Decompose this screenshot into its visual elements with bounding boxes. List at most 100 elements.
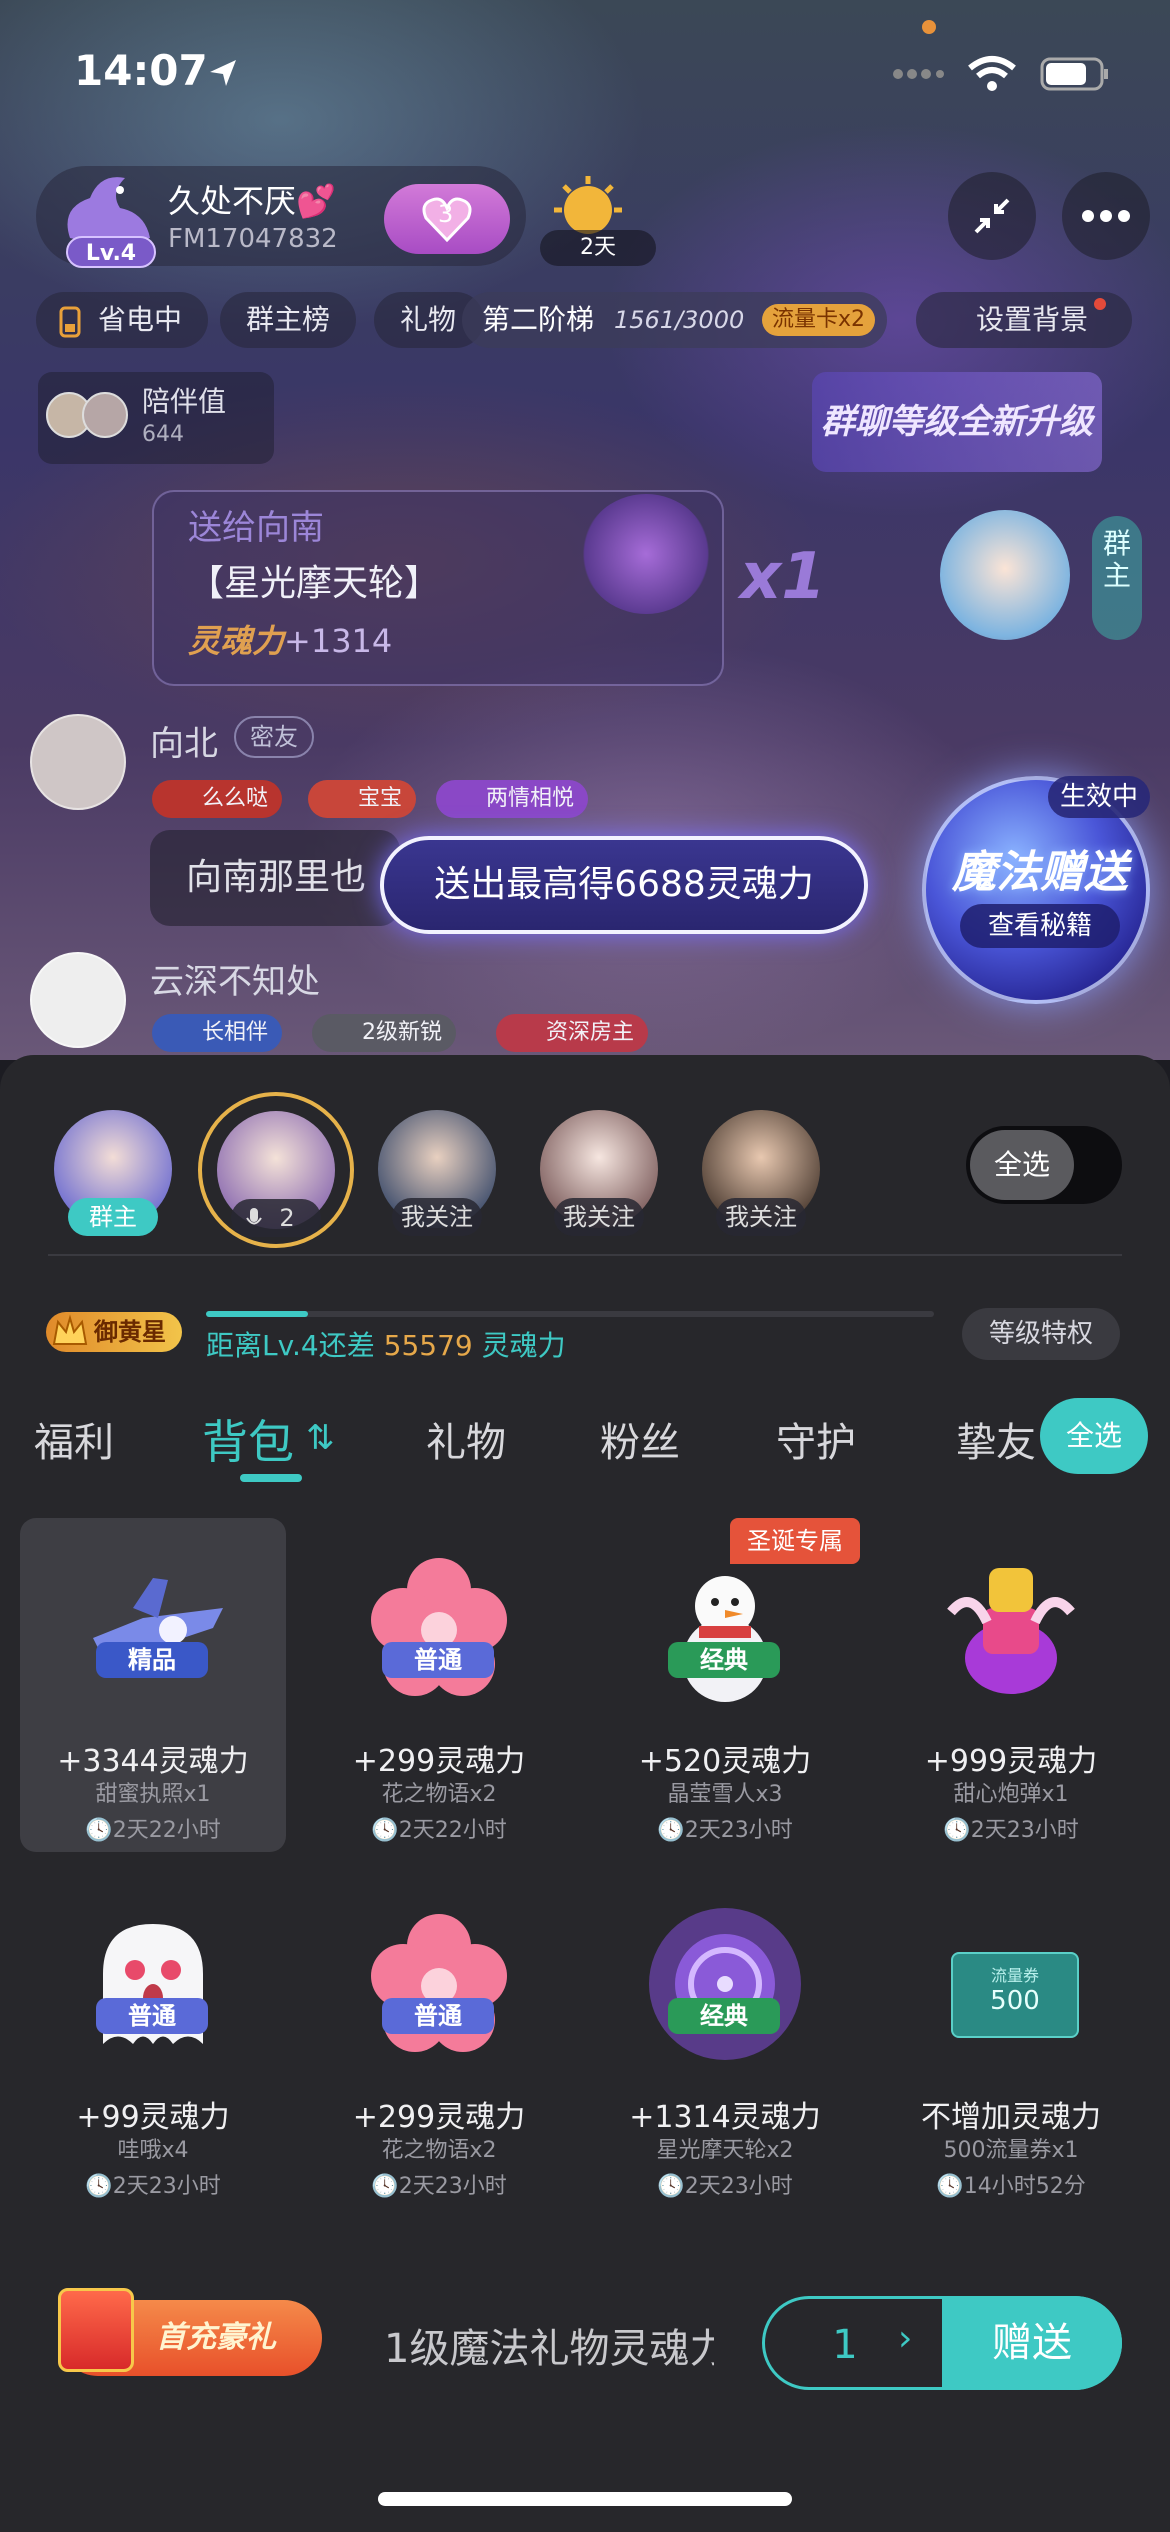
battery-low-icon — [59, 306, 81, 338]
group-rank-chip[interactable]: 群主榜 — [220, 292, 357, 348]
more-button[interactable] — [1062, 172, 1150, 260]
recipient-follow-3[interactable]: 我关注 — [702, 1110, 820, 1236]
ticket-icon: 流量券 500 — [951, 1952, 1079, 2038]
recipient-follow-1[interactable]: 我关注 — [378, 1110, 496, 1236]
tab-fans[interactable]: 粉丝 — [600, 1410, 680, 1468]
item-time: 🕓2天23小时 — [85, 2174, 221, 2199]
item-flower-story[interactable]: 普通 +299灵魂力 花之物语x2 🕓2天22小时 — [306, 1518, 572, 1852]
cellular-icon — [893, 69, 944, 79]
accompany-value-card[interactable]: 陪伴值 644 — [38, 372, 274, 464]
chat-username-2[interactable]: 云深不知处 — [150, 954, 320, 1003]
accompany-label: 陪伴值 — [142, 385, 227, 418]
side-tab-host[interactable]: 群主 — [1092, 516, 1142, 640]
host-level-badge: Lv.4 — [66, 236, 156, 268]
grade-badge: 普通 — [382, 1998, 494, 2034]
chat-username-1[interactable]: 向北 — [150, 716, 218, 765]
chat-avatar-1[interactable] — [30, 714, 126, 810]
gift-multiplier: x1 — [740, 540, 826, 614]
tab-close-friend[interactable]: 挚友 — [956, 1410, 1036, 1468]
item-snowman[interactable]: 经典 +520灵魂力 晶莹雪人x3 🕓2天23小时 — [592, 1518, 858, 1852]
badge-liangqing: 两情相悦 — [436, 780, 589, 818]
badge-baobao: 宝宝 — [308, 780, 417, 818]
ferris-wheel-icon — [582, 494, 710, 614]
recipient-mic2[interactable]: 2 — [217, 1111, 335, 1237]
ladder-progress-chip[interactable]: 第二阶梯 1561/3000 流量卡x2 — [462, 292, 887, 348]
chat-avatar-2[interactable] — [30, 952, 126, 1048]
chevron-right-icon[interactable]: › — [898, 2318, 912, 2359]
item-sweet-license[interactable]: 精品 +3344灵魂力 甜蜜执照x1 🕓2天22小时 — [20, 1518, 286, 1852]
item-time-value: 2天23小时 — [684, 2174, 793, 2199]
item-soul: +1314灵魂力 — [629, 2100, 821, 2135]
item-flower-story-2[interactable]: 普通 +299灵魂力 花之物语x2 🕓2天23小时 — [306, 1874, 572, 2208]
heart-count: 3 — [438, 200, 454, 228]
level-progress-fill — [206, 1311, 308, 1317]
shrink-icon — [974, 198, 1010, 234]
upgrade-banner[interactable]: 群聊等级全新升级 — [812, 372, 1102, 472]
sun-days-badge: 2天 — [540, 230, 656, 266]
ladder-title: 第二阶梯 — [482, 303, 595, 336]
tab-guard[interactable]: 守护 — [776, 1410, 856, 1468]
recipient-host[interactable]: 群主 — [54, 1110, 172, 1236]
level-text: 距离Lv.4还差 55579 灵魂力 — [206, 1324, 566, 1364]
tab-welfare[interactable]: 福利 — [34, 1410, 114, 1468]
item-soul: +999灵魂力 — [924, 1744, 1098, 1779]
tab-gift[interactable]: 礼物 — [426, 1410, 506, 1468]
sort-icon[interactable]: ⇅ — [306, 1418, 335, 1458]
flower-icon — [371, 1558, 507, 1696]
ghost-icon — [103, 1924, 203, 2044]
battery-icon — [1040, 57, 1108, 91]
soul-value: +1314 — [284, 622, 393, 660]
gift-soul: 灵魂力+1314 — [188, 616, 392, 662]
recipient-follow-2-label: 我关注 — [554, 1198, 644, 1236]
gift-name: 【星光摩天轮】 — [188, 563, 441, 604]
item-wow[interactable]: 普通 +99灵魂力 哇哦x4 🕓2天23小时 — [20, 1874, 286, 2208]
item-time: 🕓2天23小时 — [657, 2174, 793, 2199]
power-saving-label: 省电中 — [98, 303, 183, 336]
item-time: 🕓2天23小时 — [371, 2174, 507, 2199]
level-prefix: 距离Lv.4还差 — [206, 1329, 375, 1362]
grade-badge: 精品 — [96, 1642, 208, 1678]
recipient-follow-2[interactable]: 我关注 — [540, 1110, 658, 1236]
gift-tip-text: 1级魔法礼物灵魂力 — [384, 2326, 714, 2372]
power-saving-chip[interactable]: 省电中 — [36, 292, 209, 348]
orb-status-badge: 生效中 — [1048, 776, 1151, 818]
christmas-exclusive-tag: 圣诞专属 — [730, 1518, 860, 1564]
item-time: 🕓14小时52分 — [936, 2174, 1086, 2199]
ladder-progress: 1561/3000 — [614, 306, 745, 334]
side-gift-avatar[interactable] — [940, 510, 1070, 640]
crown-badge-icon — [52, 1314, 88, 1345]
minimize-button[interactable] — [948, 172, 1036, 260]
level-progress-track — [206, 1311, 934, 1317]
heart-button[interactable]: 3 — [384, 184, 510, 254]
status-right-icons — [892, 54, 1110, 94]
item-sweet-cannon[interactable]: +999灵魂力 甜心炮弹x1 🕓2天23小时 — [878, 1518, 1144, 1852]
level-unit: 灵魂力 — [481, 1329, 566, 1362]
soul-label: 灵魂力 — [188, 622, 285, 660]
item-name: 哇哦x4 — [117, 2138, 189, 2163]
item-ferris-wheel[interactable]: 经典 +1314灵魂力 星光摩天轮x2 🕓2天23小时 — [592, 1874, 858, 2208]
item-name: 星光摩天轮x2 — [656, 2138, 794, 2163]
send-button[interactable]: 赠送 — [942, 2296, 1122, 2390]
level-privilege-button[interactable]: 等级特权 — [962, 1308, 1120, 1360]
item-name: 花之物语x2 — [381, 1782, 497, 1807]
flow-card-badge: 流量卡x2 — [761, 304, 875, 336]
view-guide-button[interactable]: 查看秘籍 — [960, 904, 1120, 948]
recipient-host-label: 群主 — [68, 1198, 158, 1236]
item-soul: +299灵魂力 — [352, 2100, 526, 2135]
item-flow-ticket[interactable]: 流量券 500 不增加灵魂力 500流量券x1 🕓14小时52分 — [878, 1874, 1144, 2208]
rank-badge-label: 御黄星 — [94, 1318, 166, 1346]
send-reward-banner: 送出最高得6688灵魂力 — [380, 836, 868, 934]
recipient-mic2-label: 2 — [231, 1199, 321, 1237]
tab-select-all-button[interactable]: 全选 — [1040, 1398, 1148, 1474]
camera-indicator — [922, 20, 936, 34]
gift-recipient: 送给向南 — [188, 508, 324, 548]
tab-underline — [240, 1474, 302, 1482]
select-all-knob[interactable]: 全选 — [970, 1130, 1074, 1200]
quantity-value[interactable]: 1 — [820, 2322, 870, 2368]
tab-backpack[interactable]: 背包 — [202, 1406, 294, 1472]
host-name: 久处不厌💕 — [168, 182, 336, 220]
grade-badge: 经典 — [668, 1998, 780, 2034]
item-name: 晶莹雪人x3 — [667, 1782, 783, 1807]
item-soul: 不增加灵魂力 — [921, 2100, 1101, 2135]
item-time-value: 2天23小时 — [970, 1818, 1079, 1843]
